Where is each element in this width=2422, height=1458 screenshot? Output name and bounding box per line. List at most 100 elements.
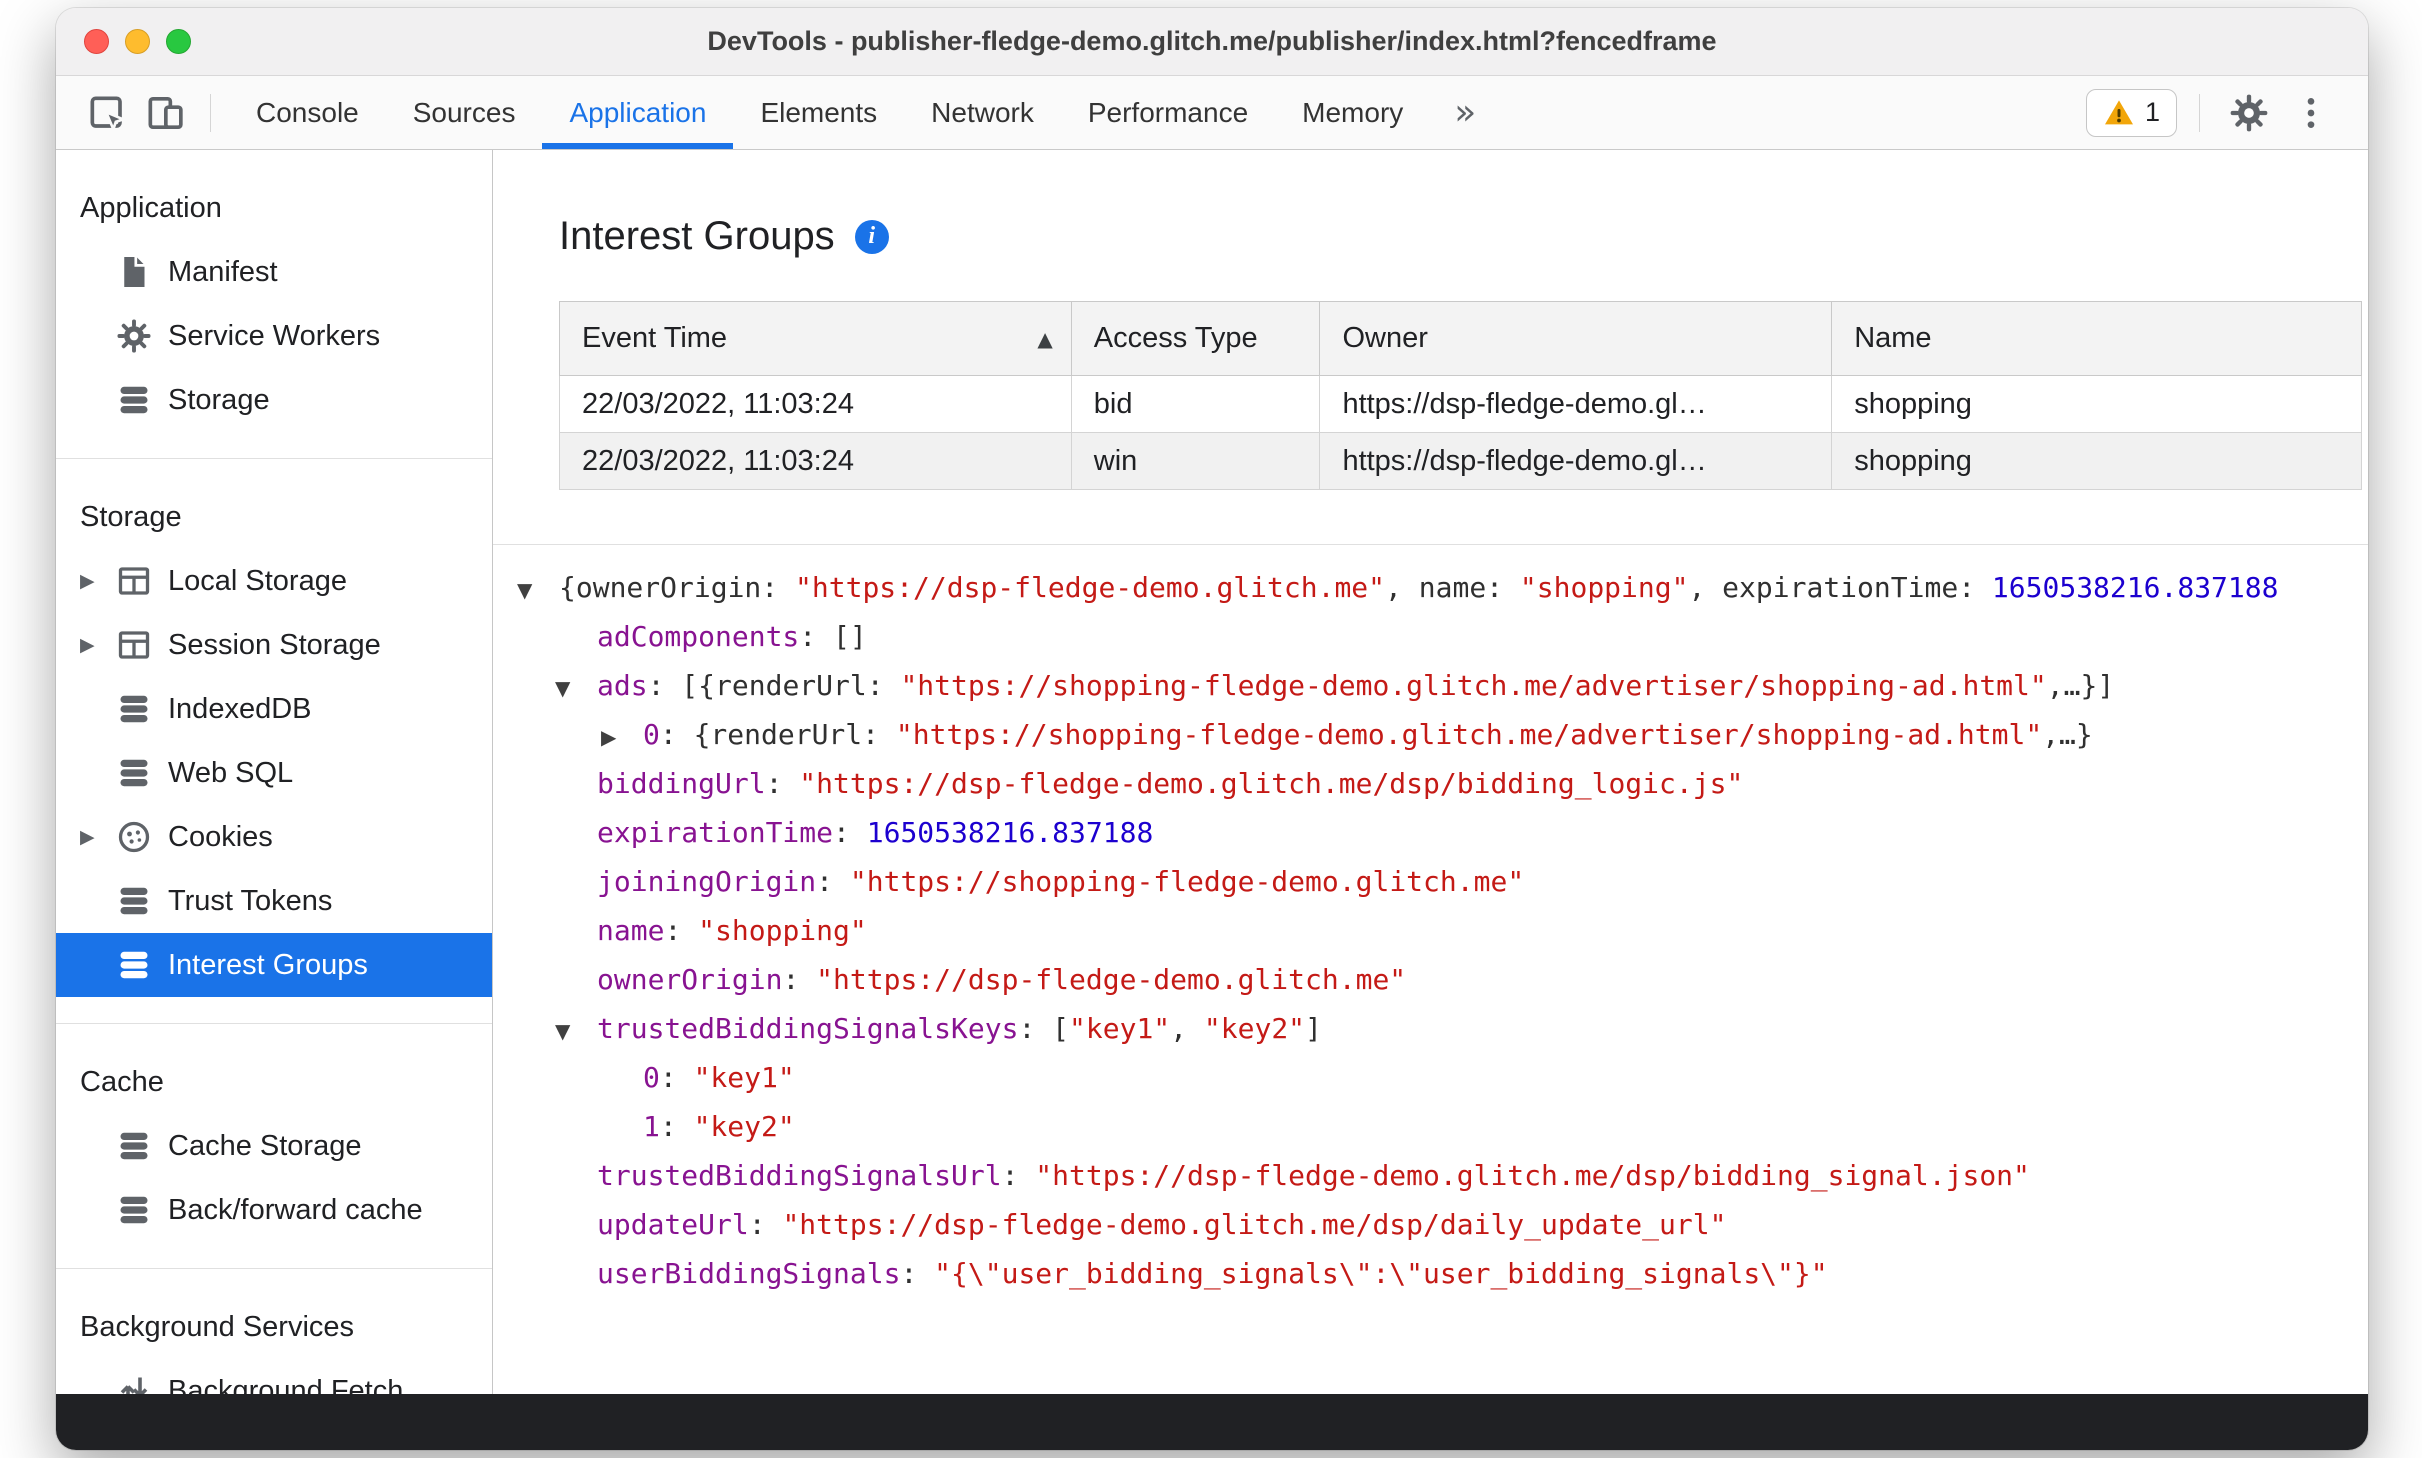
window-title: DevTools - publisher-fledge-demo.glitch.… [707,26,1717,56]
sidebar-item-label: Service Workers [168,319,381,352]
tree-token-plain: : [816,865,850,898]
tree-token-plain: : [748,1208,783,1241]
sidebar-item-storage[interactable]: Storage [56,368,492,432]
sidebar-item-interest-groups[interactable]: Interest Groups [56,933,492,997]
window-titlebar[interactable]: DevTools - publisher-fledge-demo.glitch.… [56,8,2368,76]
column-header-label: Owner [1342,322,1428,354]
tab-memory[interactable]: Memory [1275,76,1430,149]
tree-property-0[interactable]: ▶ 0: {renderUrl: "https://shopping-fledge… [493,710,2368,759]
sidebar-section-storage: Storage [80,500,182,533]
column-header-owner[interactable]: Owner [1319,301,1833,376]
sidebar-item-label: Trust Tokens [168,884,333,917]
database-icon [116,691,152,727]
tree-token-string: "https://shopping-fledge-demo.glitch.me" [849,865,1525,898]
expand-chevron-icon[interactable]: ▶ [80,826,95,848]
tree-property-userbiddingsignals[interactable]: userBiddingSignals: "{\"user_bidding_sig… [493,1249,2368,1298]
info-icon[interactable] [854,219,889,254]
tree-expand-icon[interactable]: ▶ [601,713,643,759]
document-icon [116,254,152,290]
sidebar-item-trust-tokens[interactable]: Trust Tokens [56,869,492,933]
tree-root-preview[interactable]: ▼ {ownerOrigin: "https://dsp-fledge-demo.… [493,563,2368,612]
tree-property-expirationtime[interactable]: expirationTime: 1650538216.837188 [493,808,2368,857]
tab-console[interactable]: Console [229,76,386,149]
tab-network[interactable]: Network [904,76,1061,149]
tree-token-key: 0 [643,718,660,751]
tab-application[interactable]: Application [542,76,733,149]
zoom-button[interactable] [166,29,191,54]
settings-button[interactable] [2222,86,2276,140]
inspect-element-button[interactable] [80,86,134,140]
tree-property-trustedbiddingsignalsurl[interactable]: trustedBiddingSignalsUrl: "https://dsp-f… [493,1151,2368,1200]
tree-property-trustedbiddingsignalskeys[interactable]: ▼ trustedBiddingSignalsKeys: ["key1", "ke… [493,1004,2368,1053]
more-vertical-icon [2307,97,2315,128]
tree-token-plain: {ownerOrigin: [559,571,796,604]
tree-token-plain: : [664,914,699,947]
sidebar-item-web-sql[interactable]: Web SQL [56,741,492,805]
column-header-label: Event Time [582,322,728,354]
minimize-button[interactable] [125,29,150,54]
sidebar-item-service-workers[interactable]: Service Workers [56,304,492,368]
tree-token-plain: : [833,816,867,849]
tree-property-ownerorigin[interactable]: ownerOrigin: "https://dsp-fledge-demo.gl… [493,955,2368,1004]
database-icon [116,947,152,983]
issue-count: 1 [2144,97,2160,127]
tree-property-ads[interactable]: ▼ ads: [{renderUrl: "https://shopping-fle… [493,661,2368,710]
device-toolbar-button[interactable] [138,86,192,140]
column-header-access-type[interactable]: Access Type [1070,301,1321,376]
sidebar-item-label: Background Fetch [168,1374,404,1395]
tree-token-key: joiningOrigin [597,865,817,898]
tab-sources[interactable]: Sources [386,76,543,149]
table-cell: 22/03/2022, 11:03:24 [559,432,1072,490]
sidebar-item-local-storage[interactable]: ▶ Local Storage [56,549,492,613]
more-tabs-button[interactable]: » [1434,92,1496,133]
close-button[interactable] [84,29,109,54]
grid-body: 22/03/2022, 11:03:24 bid https://dsp-fledg… [559,375,2362,490]
tree-collapse-icon[interactable]: ▼ [555,1007,597,1053]
toolbar-right: 1 [2085,86,2344,140]
tree-property-1[interactable]: 1: "key2" [493,1102,2368,1151]
tree-property-adcomponents[interactable]: adComponents: [] [493,612,2368,661]
tree-token-key: 0 [643,1061,660,1094]
sidebar-item-indexeddb[interactable]: IndexedDB [56,677,492,741]
sidebar-item-cache-storage[interactable]: Cache Storage [56,1114,492,1178]
table-row[interactable]: 22/03/2022, 11:03:24 bid https://dsp-fledg… [559,375,2362,433]
sidebar-section-background-services: Background Services [80,1310,355,1343]
sidebar-item-cookies[interactable]: ▶ Cookies [56,805,492,869]
expand-chevron-icon[interactable]: ▶ [80,634,95,656]
tree-property-name[interactable]: name: "shopping" [493,906,2368,955]
tree-property-joiningorigin[interactable]: joiningOrigin: "https://shopping-fledge-… [493,857,2368,906]
sidebar-item-label: Local Storage [168,564,347,597]
sidebar-item-session-storage[interactable]: ▶ Session Storage [56,613,492,677]
more-options-button[interactable] [2284,86,2338,140]
sidebar-item-back-forward-cache[interactable]: Back/forward cache [56,1178,492,1242]
expand-chevron-icon[interactable]: ▶ [80,570,95,592]
tree-property-biddingurl[interactable]: biddingUrl: "https://dsp-fledge-demo.gli… [493,759,2368,808]
inspect-icon [90,96,127,133]
warning-triangle-icon [2103,97,2135,129]
tree-collapse-icon[interactable]: ▼ [555,664,597,710]
sidebar-item-manifest[interactable]: Manifest [56,240,492,304]
tree-property-0[interactable]: 0: "key1" [493,1053,2368,1102]
tab-performance[interactable]: Performance [1061,76,1275,149]
tree-property-updateurl[interactable]: updateUrl: "https://dsp-fledge-demo.glit… [493,1200,2368,1249]
device-toolbar-icon [148,96,183,129]
column-header-event-time[interactable]: Event Time ▲ [559,301,1072,376]
tree-token-plain: : {renderUrl: [659,718,896,751]
sync-arrows-icon [116,1373,152,1394]
column-header-name[interactable]: Name [1831,301,2362,376]
table-row[interactable]: 22/03/2022, 11:03:24 win https://dsp-fledg… [559,432,2362,490]
tree-token-plain: : [659,1110,694,1143]
sidebar-item-background-fetch[interactable]: Background Fetch [56,1359,492,1394]
tree-token-key: trustedBiddingSignalsKeys [597,1012,1019,1045]
toolbar-divider [2199,93,2200,132]
issues-badge[interactable]: 1 [2085,88,2177,137]
devtools-content: Application Manifest Service Workers Storag… [56,150,2368,1394]
application-panel: Interest Groups Event Time ▲ Access Type Ow… [493,150,2368,1394]
tree-collapse-icon[interactable]: ▼ [517,566,559,612]
column-header-label: Access Type [1093,322,1258,354]
devtools-toolbar: Console Sources Application Elements Network… [56,76,2368,150]
table-cell: shopping [1831,432,2362,490]
tab-elements[interactable]: Elements [733,76,904,149]
database-icon [116,382,152,418]
tree-token-string: "https://dsp-fledge-demo.glitch.me/dsp/b… [799,767,1744,800]
